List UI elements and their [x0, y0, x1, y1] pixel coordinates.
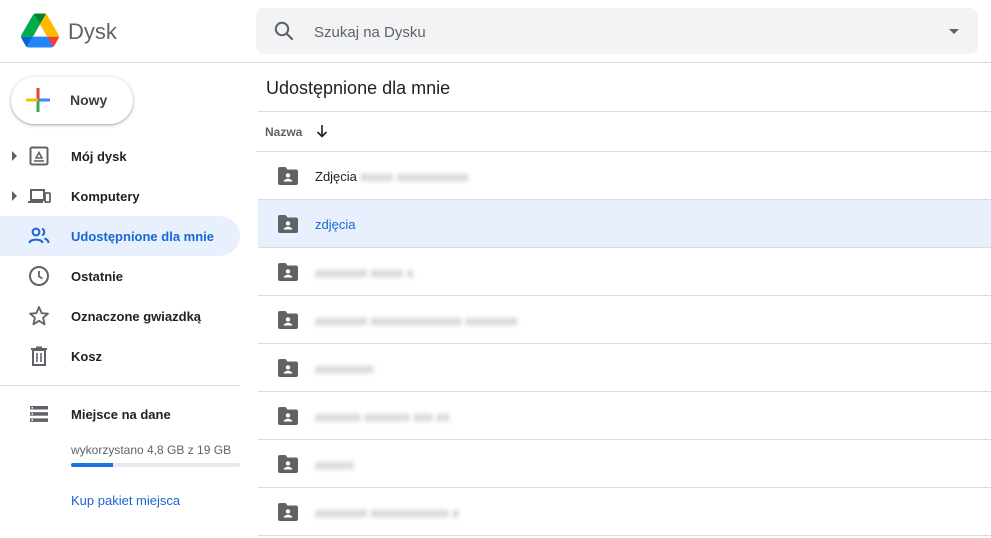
- storage-usage-bar: [71, 463, 240, 467]
- sidebar-item-computers[interactable]: Komputery: [0, 176, 240, 216]
- file-row[interactable]: xxxxxxx xxxxxxx xxx xx: [258, 392, 991, 440]
- storage-title[interactable]: Miejsce na dane: [71, 407, 171, 422]
- file-name-text: zdjęcia: [315, 217, 356, 232]
- file-name-redacted: xxxxx xxxxxxxxxxx: [360, 169, 469, 184]
- expand-arrow-icon[interactable]: [12, 151, 17, 161]
- trash-icon: [27, 344, 51, 368]
- sidebar-item-label: Ostatnie: [71, 269, 124, 284]
- arrow-down-icon[interactable]: [314, 123, 330, 139]
- computer-devices-icon: [27, 184, 51, 208]
- storage-usage-fill: [71, 463, 114, 467]
- sidebar-item-label: Komputery: [71, 189, 140, 204]
- sidebar-item-label: Oznaczone gwiazdką: [71, 309, 202, 324]
- file-name-redacted: xxxxxxxx xxxxxxxxxxxx x: [315, 505, 459, 520]
- storage-icon: [27, 402, 51, 426]
- file-name-redacted: xxxxxxxx xxxxxxxxxxxxxx xxxxxxxx: [315, 313, 518, 328]
- list-header: Nazwa: [256, 112, 991, 152]
- sidebar-item-recent[interactable]: Ostatnie: [0, 256, 240, 296]
- file-name: Zdjęcia xxxxx xxxxxxxxxxx: [315, 169, 468, 184]
- sidebar-item-label: Udostępnione dla mnie: [71, 229, 215, 244]
- caret-down-icon[interactable]: [948, 25, 960, 37]
- shared-folder-icon: [277, 262, 299, 282]
- drive-icon: [27, 144, 51, 168]
- shared-folder-icon: [277, 454, 299, 474]
- file-row[interactable]: xxxxxx: [258, 440, 991, 488]
- sort-by-name[interactable]: Nazwa: [265, 125, 302, 139]
- shared-folder-icon: [277, 358, 299, 378]
- file-row[interactable]: xxxxxxxx xxxxx x: [258, 248, 991, 296]
- storage-usage-text: wykorzystano 4,8 GB z 19 GB: [71, 443, 232, 457]
- new-button[interactable]: Nowy: [11, 77, 133, 124]
- file-name: xxxxxx: [315, 457, 354, 472]
- sidebar-item-trash[interactable]: Kosz: [0, 336, 240, 376]
- file-name: xxxxxxx xxxxxxx xxx xx: [315, 409, 449, 424]
- shared-people-icon: [27, 224, 51, 248]
- google-drive-logo[interactable]: [21, 13, 59, 48]
- sidebar-item-label: Kosz: [71, 349, 103, 364]
- sidebar-item-my-drive[interactable]: Mój dysk: [0, 136, 240, 176]
- file-list: Zdjęcia xxxxx xxxxxxxxxxx zdjęcia xxxxxxxx…: [258, 152, 991, 536]
- search-input[interactable]: [312, 19, 916, 45]
- shared-folder-icon: [277, 166, 299, 186]
- shared-folder-icon: [277, 502, 299, 522]
- file-name-redacted: xxxxxxxxx: [315, 361, 374, 376]
- file-row[interactable]: xxxxxxxx xxxxxxxxxxxx x: [258, 488, 991, 536]
- shared-folder-icon: [277, 214, 299, 234]
- sidebar-item-starred[interactable]: Oznaczone gwiazdką: [0, 296, 240, 336]
- file-name: xxxxxxxx xxxxxxxxxxxx x: [315, 505, 459, 520]
- file-row[interactable]: xxxxxxxxx: [258, 344, 991, 392]
- sidebar-item-label: Mój dysk: [71, 149, 127, 164]
- main-content: Udostępnione dla mnie Nazwa Zdjęcia xxxx…: [256, 63, 991, 538]
- file-name: xxxxxxxx xxxxx x: [315, 265, 413, 280]
- file-name: zdjęcia: [315, 217, 355, 232]
- file-name: xxxxxxxxx: [315, 361, 374, 376]
- clock-icon: [27, 264, 51, 288]
- new-button-label: Nowy: [70, 92, 108, 108]
- file-name-text: Zdjęcia: [315, 169, 357, 184]
- page-title: Udostępnione dla mnie: [266, 78, 451, 98]
- top-bar: Dysk: [0, 0, 991, 63]
- file-name-redacted: xxxxxxxx xxxxx x: [315, 265, 414, 280]
- buy-storage-link[interactable]: Kup pakiet miejsca: [71, 493, 180, 508]
- sidebar: Nowy Mój dysk Komputery Udostępnione dla…: [0, 63, 256, 538]
- search-icon[interactable]: [272, 19, 296, 43]
- plus-multicolor-icon: [26, 88, 50, 112]
- file-row[interactable]: xxxxxxxx xxxxxxxxxxxxxx xxxxxxxx: [258, 296, 991, 344]
- sidebar-divider: [0, 385, 240, 386]
- file-row[interactable]: zdjęcia: [258, 200, 991, 248]
- shared-folder-icon: [277, 406, 299, 426]
- file-name-redacted: xxxxxxx xxxxxxx xxx xx: [315, 409, 450, 424]
- file-name-redacted: xxxxxx: [315, 457, 354, 472]
- sidebar-item-shared-with-me[interactable]: Udostępnione dla mnie: [0, 216, 240, 256]
- app-title: Dysk: [68, 19, 117, 44]
- expand-arrow-icon[interactable]: [12, 191, 17, 201]
- star-icon: [27, 304, 51, 328]
- shared-folder-icon: [277, 310, 299, 330]
- search-bar[interactable]: [256, 8, 978, 54]
- file-row[interactable]: Zdjęcia xxxxx xxxxxxxxxxx: [258, 152, 991, 200]
- file-name: xxxxxxxx xxxxxxxxxxxxxx xxxxxxxx: [315, 313, 517, 328]
